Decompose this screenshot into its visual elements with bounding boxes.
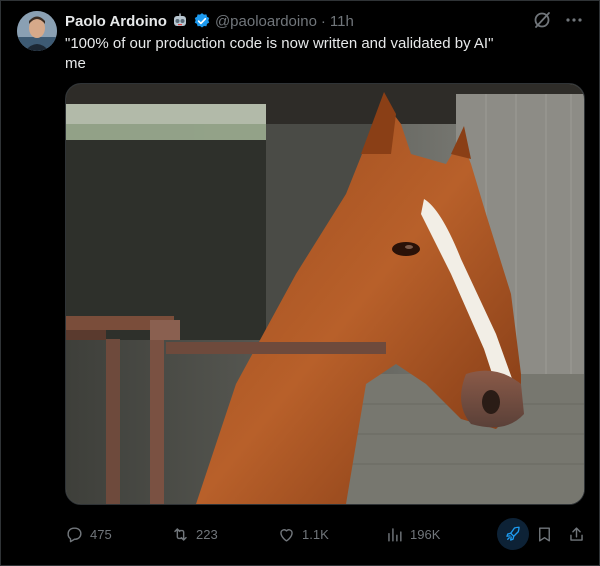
grok-button[interactable]: [497, 518, 529, 550]
tweet-text-line1: "100% of our production code is now writ…: [65, 35, 494, 52]
grok-slash-icon[interactable]: [531, 9, 553, 31]
bookmark-icon: [539, 526, 550, 542]
avatar[interactable]: [17, 11, 57, 51]
reply-button[interactable]: 475: [65, 525, 112, 544]
timestamp[interactable]: 11h: [330, 13, 354, 30]
separator-dot: ·: [320, 12, 326, 30]
like-button[interactable]: 1.1K: [277, 525, 329, 544]
repost-count: 223: [196, 526, 218, 542]
reply-icon: [67, 526, 82, 542]
author-handle[interactable]: @paoloardoino: [215, 13, 317, 30]
tweet-card[interactable]: Paolo Ardoino @paoloardoino · 11h "100% …: [0, 0, 600, 566]
tweet-header: Paolo Ardoino @paoloardoino · 11h: [65, 11, 354, 31]
author-name[interactable]: Paolo Ardoino: [65, 13, 167, 30]
top-actions: [531, 9, 585, 31]
more-options-icon[interactable]: [563, 9, 585, 31]
views-count: 196K: [410, 526, 441, 542]
tweet-actions: 475 223 1.1K 196K: [65, 518, 587, 550]
reply-count: 475: [90, 526, 112, 542]
heart-icon: [280, 528, 293, 542]
tweet-media-horse-photo[interactable]: [65, 83, 585, 505]
tweet-text-line2: me: [65, 55, 86, 72]
verified-badge-icon: [193, 12, 211, 30]
robot-emoji-icon: [171, 12, 189, 30]
repost-button[interactable]: 223: [171, 525, 218, 544]
share-button[interactable]: [567, 525, 586, 544]
share-icon: [570, 526, 583, 541]
rocket-icon: [506, 526, 520, 541]
like-count: 1.1K: [302, 526, 329, 542]
analytics-icon: [388, 527, 402, 542]
tweet-text: "100% of our production code is now writ…: [65, 34, 585, 74]
views-button[interactable]: 196K: [385, 525, 440, 544]
bookmark-button[interactable]: [535, 525, 554, 544]
repost-icon: [174, 527, 187, 541]
